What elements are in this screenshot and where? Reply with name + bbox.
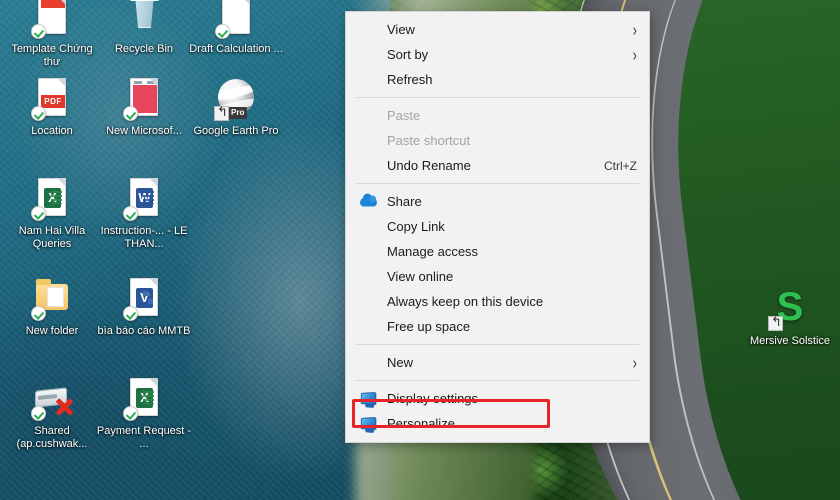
offline-x-badge bbox=[55, 398, 73, 416]
file-word-icon: W bbox=[121, 176, 167, 222]
desktop-icon-bia-bao-cao-mmtb[interactable]: V bìa báo cáo MMTB bbox=[96, 276, 192, 338]
sync-check-badge bbox=[215, 24, 230, 39]
chevron-right-icon: › bbox=[632, 352, 637, 373]
desktop-icon-label: Payment Request - ... bbox=[96, 425, 192, 450]
recycle-bin-icon bbox=[121, 0, 167, 40]
desktop-icon-payment-request[interactable]: X Payment Request - ... bbox=[96, 376, 192, 451]
desktop-icon-recycle-bin[interactable]: Recycle Bin bbox=[96, 0, 192, 56]
desktop-icon-mersive-solstice[interactable]: S Mersive Solstice bbox=[742, 286, 838, 348]
desktop-icon-shared-ap-cushwak[interactable]: Shared (ap.cushwak... bbox=[4, 376, 100, 451]
menu-item-label: View online bbox=[387, 269, 454, 284]
menu-item-shortcut-key: Ctrl+Z bbox=[604, 158, 637, 173]
chevron-right-icon: › bbox=[632, 19, 637, 40]
menu-item-label: New bbox=[387, 355, 414, 370]
menu-separator bbox=[356, 380, 639, 381]
onedrive-cloud-icon bbox=[360, 193, 377, 209]
desktop-icon-label: Recycle Bin bbox=[114, 43, 174, 55]
menu-item-paste-shortcut: Paste shortcut bbox=[346, 128, 649, 153]
menu-item-new[interactable]: New › bbox=[346, 350, 649, 375]
desktop-icon-label: Google Earth Pro bbox=[193, 125, 279, 137]
menu-item-label: Sort by bbox=[387, 47, 429, 62]
file-excel-icon: X bbox=[121, 376, 167, 422]
file-generic-icon bbox=[213, 0, 259, 40]
sync-check-badge bbox=[31, 406, 46, 421]
chevron-right-icon: › bbox=[632, 44, 637, 65]
desktop-icon-label: Location bbox=[31, 125, 73, 137]
menu-item-personalize[interactable]: Personalize bbox=[346, 411, 649, 436]
menu-item-label: Undo Rename bbox=[387, 158, 471, 173]
mersive-solstice-icon: S bbox=[767, 286, 813, 332]
menu-item-view-online[interactable]: View online bbox=[346, 264, 649, 289]
menu-item-undo-rename[interactable]: Undo Rename Ctrl+Z bbox=[346, 153, 649, 178]
monitor-icon bbox=[360, 391, 377, 406]
shortcut-arrow-badge bbox=[768, 316, 783, 331]
file-visio-icon: V bbox=[121, 276, 167, 322]
menu-item-view[interactable]: View › bbox=[346, 17, 649, 42]
menu-item-label: Copy Link bbox=[387, 219, 445, 234]
menu-item-label: Share bbox=[387, 194, 422, 209]
menu-item-display-settings[interactable]: Display settings bbox=[346, 386, 649, 411]
menu-separator bbox=[356, 97, 639, 98]
menu-item-label: Display settings bbox=[387, 391, 479, 406]
sync-check-badge bbox=[31, 206, 46, 221]
menu-item-label: Free up space bbox=[387, 319, 471, 334]
menu-item-label: Personalize bbox=[387, 416, 455, 431]
menu-item-label: Paste bbox=[387, 108, 421, 123]
shortcut-arrow-badge bbox=[214, 106, 229, 121]
file-pdf-icon: PDF bbox=[29, 76, 75, 122]
menu-item-refresh[interactable]: Refresh bbox=[346, 67, 649, 92]
desktop-context-menu[interactable]: View › Sort by › Refresh Paste Paste sho… bbox=[345, 11, 650, 443]
sync-check-badge bbox=[31, 106, 46, 121]
desktop-icon-instruction-le-than[interactable]: W Instruction-... - LE THAN... bbox=[96, 176, 192, 251]
desktop-icon-label: Instruction-... - LE THAN... bbox=[100, 225, 188, 250]
desktop-icon-label: Nam Hai Villa Queries bbox=[18, 225, 86, 250]
menu-item-label: Manage access bbox=[387, 244, 479, 259]
network-drive-offline-icon bbox=[29, 376, 75, 422]
sync-check-badge bbox=[31, 24, 46, 39]
menu-item-copy-link[interactable]: Copy Link bbox=[346, 214, 649, 239]
desktop-icon-label: Draft Calculation ... bbox=[189, 43, 283, 55]
desktop-icon-new-folder[interactable]: New folder bbox=[4, 276, 100, 338]
menu-separator bbox=[356, 344, 639, 345]
menu-item-label: Paste shortcut bbox=[387, 133, 471, 148]
desktop-icon-new-microsoft[interactable]: New Microsof... bbox=[96, 76, 192, 138]
menu-item-paste: Paste bbox=[346, 103, 649, 128]
menu-separator bbox=[356, 183, 639, 184]
file-template-icon bbox=[29, 0, 75, 40]
desktop-icon-nam-hai-villa-queries[interactable]: X Nam Hai Villa Queries bbox=[4, 176, 100, 251]
menu-item-share[interactable]: Share bbox=[346, 189, 649, 214]
desktop-icon-label: New folder bbox=[25, 325, 79, 337]
menu-item-sort-by[interactable]: Sort by › bbox=[346, 42, 649, 67]
menu-item-free-up-space[interactable]: Free up space bbox=[346, 314, 649, 339]
desktop-icon-label: Template Chứng thư bbox=[11, 43, 93, 68]
file-excel-icon: X bbox=[29, 176, 75, 222]
desktop[interactable]: Template Chứng thư Recycle Bin Draft Cal… bbox=[0, 0, 840, 500]
monitor-icon bbox=[360, 416, 377, 431]
desktop-icon-location[interactable]: PDF Location bbox=[4, 76, 100, 138]
sync-check-badge bbox=[123, 106, 138, 121]
menu-item-label: Refresh bbox=[387, 72, 433, 87]
desktop-icon-template-chung-thu[interactable]: Template Chứng thư bbox=[4, 0, 100, 69]
sync-check-badge bbox=[123, 206, 138, 221]
menu-item-manage-access[interactable]: Manage access bbox=[346, 239, 649, 264]
file-publisher-icon bbox=[121, 76, 167, 122]
desktop-icon-label: New Microsof... bbox=[106, 125, 182, 137]
menu-item-always-keep-on-this-device[interactable]: Always keep on this device bbox=[346, 289, 649, 314]
desktop-icon-draft-calculation[interactable]: Draft Calculation ... bbox=[188, 0, 284, 56]
desktop-icon-label: Mersive Solstice bbox=[749, 335, 831, 347]
desktop-icon-label: Shared (ap.cushwak... bbox=[16, 425, 88, 450]
desktop-icon-google-earth-pro[interactable]: Pro Google Earth Pro bbox=[188, 76, 284, 138]
menu-item-label: Always keep on this device bbox=[387, 294, 544, 309]
folder-icon bbox=[29, 276, 75, 322]
sync-check-badge bbox=[31, 306, 46, 321]
google-earth-icon: Pro bbox=[213, 76, 259, 122]
menu-item-label: View bbox=[387, 22, 415, 37]
desktop-icon-label: bìa báo cáo MMTB bbox=[97, 325, 191, 337]
sync-check-badge bbox=[123, 306, 138, 321]
sync-check-badge bbox=[123, 406, 138, 421]
